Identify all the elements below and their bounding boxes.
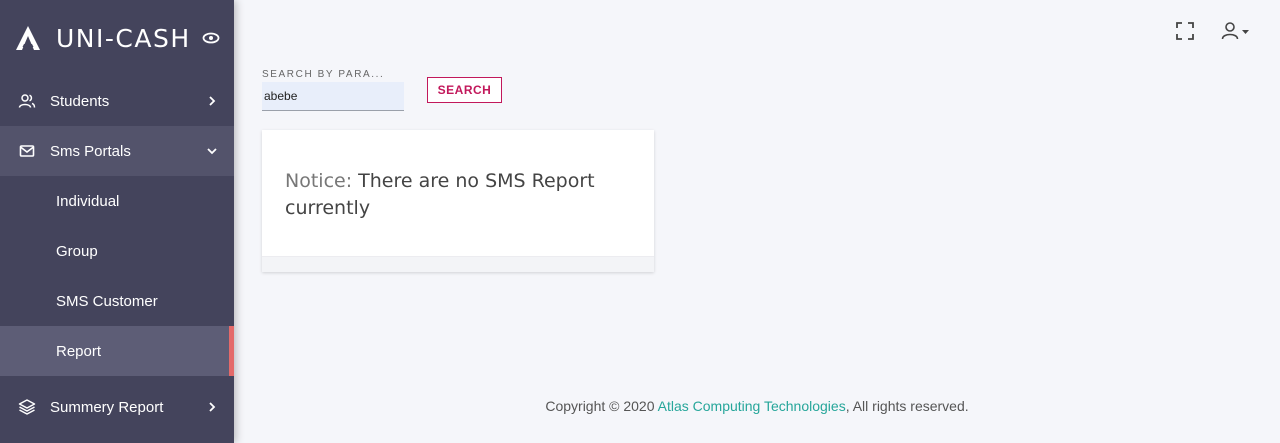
mail-icon bbox=[18, 142, 36, 160]
copyright-footer: Copyright © 2020 Atlas Computing Technol… bbox=[0, 398, 1280, 414]
notice-card-footer bbox=[262, 256, 654, 272]
sidebar-subitem-sms-customer[interactable]: SMS Customer bbox=[0, 276, 234, 326]
notice-card: Notice: There are no SMS Report currentl… bbox=[262, 130, 654, 272]
search-label: SEARCH BY PARA... bbox=[262, 69, 385, 80]
brand-title: UNI-CASH bbox=[56, 23, 191, 53]
user-icon bbox=[1221, 22, 1249, 40]
chevron-right-icon bbox=[206, 95, 218, 107]
sidebar-item-label: Sms Portals bbox=[50, 142, 131, 160]
sidebar-subitem-report[interactable]: Report bbox=[0, 326, 234, 376]
sidebar-subitem-group[interactable]: Group bbox=[0, 226, 234, 276]
brand[interactable]: UNI-CASH bbox=[0, 0, 234, 76]
sidebar: UNI-CASH Students Sms Portals Individual… bbox=[0, 0, 234, 443]
sidebar-subitem-label: Individual bbox=[56, 192, 120, 210]
logo-icon bbox=[16, 26, 40, 50]
notice-card-body: Notice: There are no SMS Report currentl… bbox=[262, 130, 654, 256]
sidebar-item-students[interactable]: Students bbox=[0, 76, 234, 126]
sidebar-subitem-label: Report bbox=[56, 342, 102, 360]
search-button[interactable]: SEARCH bbox=[427, 77, 502, 103]
sidebar-subitem-label: SMS Customer bbox=[56, 292, 158, 310]
sidebar-subitem-individual[interactable]: Individual bbox=[0, 176, 234, 226]
notice-text: Notice: There are no SMS Report currentl… bbox=[285, 168, 631, 222]
copyright-suffix: , All rights reserved. bbox=[845, 398, 969, 414]
company-link[interactable]: Atlas Computing Technologies bbox=[658, 398, 846, 414]
notice-prefix: Notice: bbox=[285, 170, 353, 192]
sidebar-subitem-label: Group bbox=[56, 242, 98, 260]
copyright-text: Copyright © 2020 bbox=[545, 398, 658, 414]
user-menu-button[interactable] bbox=[1220, 20, 1254, 42]
eye-icon[interactable] bbox=[202, 32, 220, 44]
users-icon bbox=[18, 92, 36, 110]
chevron-down-icon bbox=[206, 145, 218, 157]
search-input[interactable] bbox=[262, 82, 404, 111]
sidebar-item-label: Students bbox=[50, 92, 110, 110]
fullscreen-icon[interactable] bbox=[1174, 20, 1196, 42]
sidebar-item-sms-portals[interactable]: Sms Portals bbox=[0, 126, 234, 176]
